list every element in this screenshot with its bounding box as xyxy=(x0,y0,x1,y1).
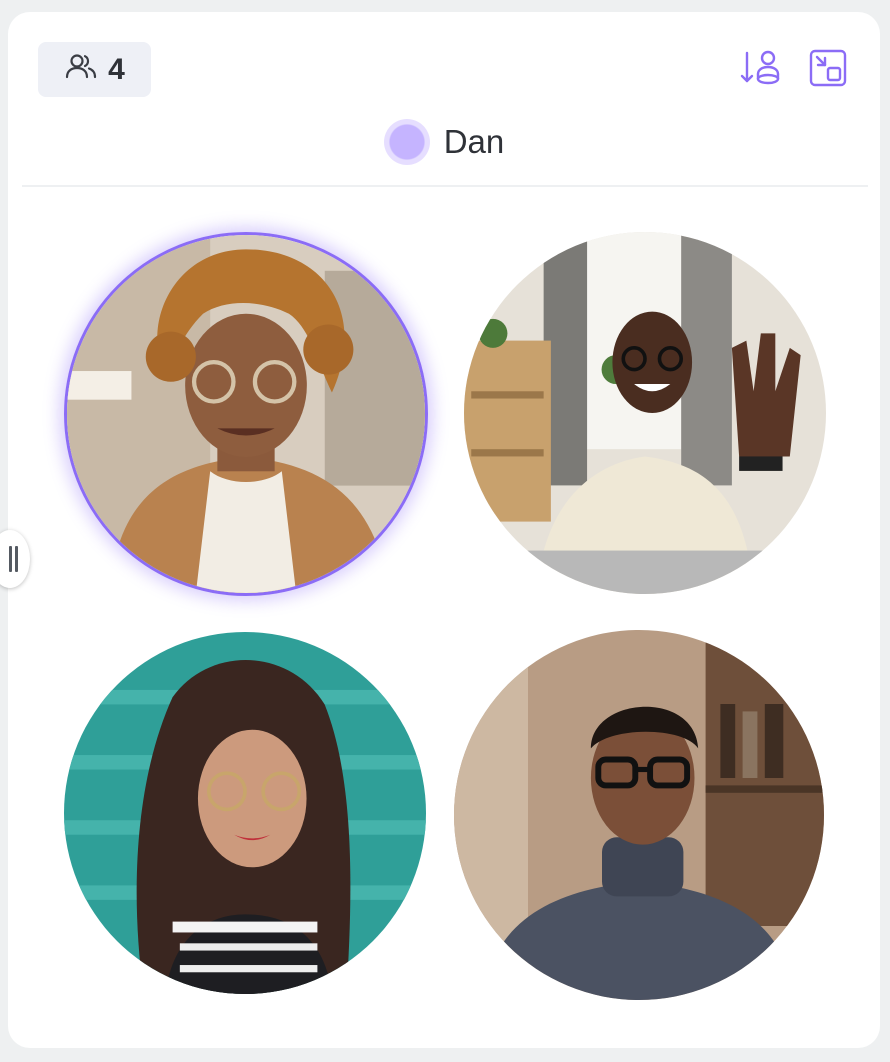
participant-3-video xyxy=(64,632,426,994)
video-tile-2[interactable] xyxy=(464,232,826,594)
sort-participants-icon xyxy=(739,47,781,94)
resize-handle-icon xyxy=(6,546,18,572)
sort-participants-button[interactable] xyxy=(738,48,782,92)
active-speaker-indicator: Dan xyxy=(8,112,880,172)
speaking-indicator-dot xyxy=(383,119,430,165)
video-grid-panel: 4 Dan xyxy=(0,12,880,1048)
active-speaker-name: Dan xyxy=(443,123,505,160)
participant-2-video xyxy=(464,232,826,594)
picture-in-picture-icon xyxy=(807,47,849,94)
video-tile-3[interactable] xyxy=(64,632,426,994)
video-tile-1[interactable] xyxy=(64,232,428,596)
header-divider xyxy=(22,185,868,187)
participant-4-video xyxy=(454,630,824,1000)
participant-count: 4 xyxy=(108,52,125,86)
participant-count-badge[interactable]: 4 xyxy=(38,42,151,97)
video-tile-4[interactable] xyxy=(454,630,824,1000)
panel-resize-handle[interactable] xyxy=(0,530,30,588)
picture-in-picture-button[interactable] xyxy=(806,48,850,92)
participant-1-video xyxy=(67,235,425,593)
people-icon xyxy=(64,50,98,89)
